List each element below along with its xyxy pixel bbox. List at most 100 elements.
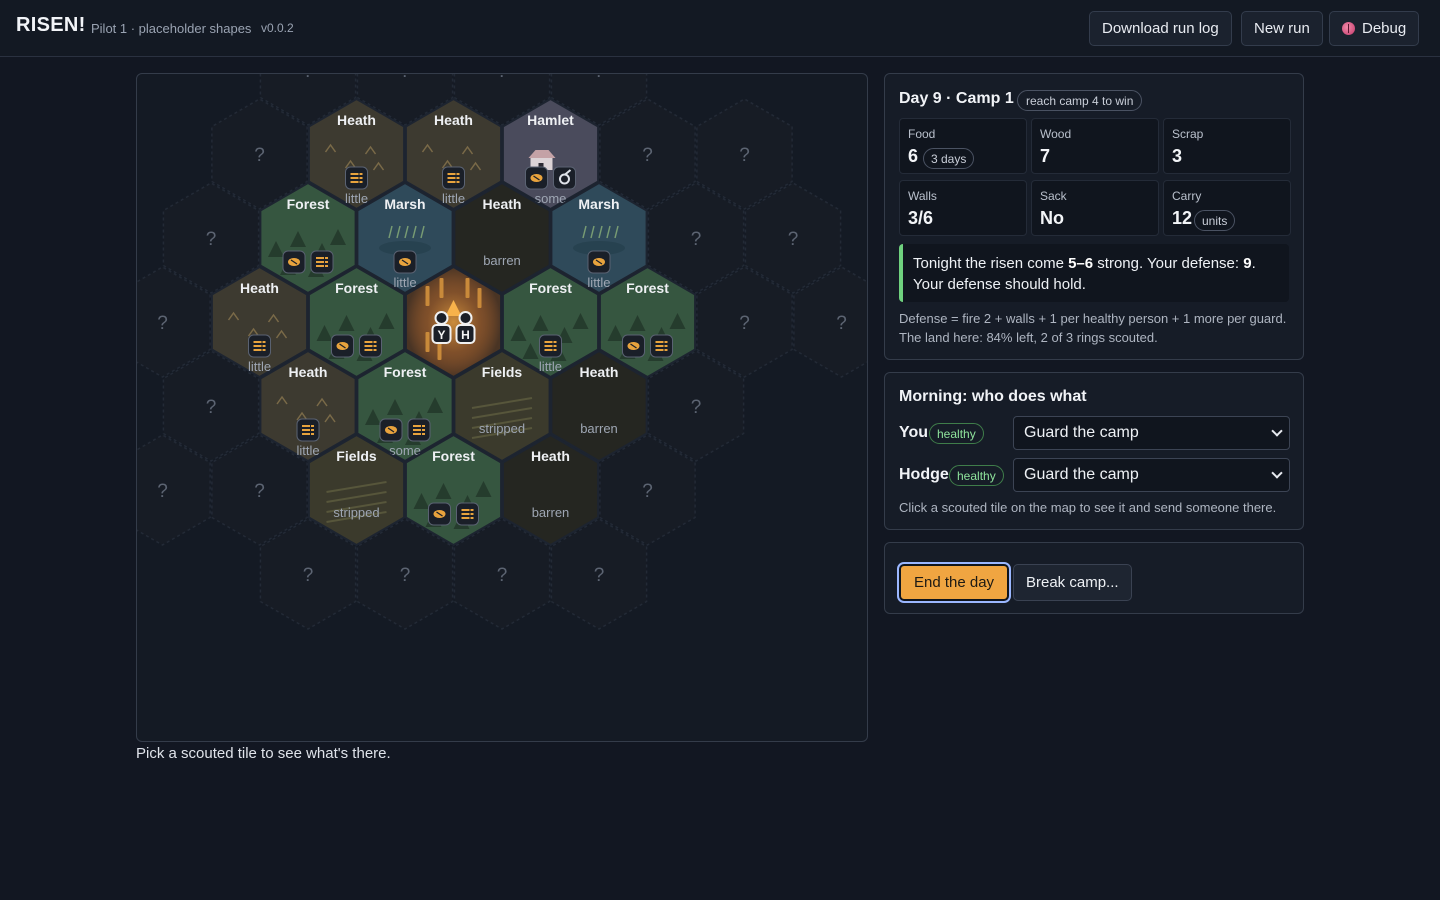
food-icon (621, 334, 645, 358)
tile-yield: barren (483, 253, 521, 268)
hex-map-panel: ?????????????????????? Heath little Heath li… (136, 73, 868, 742)
bug-icon (1342, 22, 1355, 35)
unknown-tile-label: ? (254, 481, 265, 502)
morning-hint: Click a scouted tile on the map to see i… (899, 500, 1277, 515)
unknown-tile-label: ? (157, 481, 168, 502)
chevron-down-icon (1271, 467, 1283, 479)
tile-yield: little (345, 191, 368, 206)
unknown-tile-label: ? (497, 74, 508, 82)
app-version: v0.0.2 (261, 21, 294, 35)
actions-panel: End the day Break camp... (884, 542, 1304, 614)
food-icon (379, 418, 403, 442)
wood-stat: Wood 7 (1031, 118, 1159, 174)
task-select-you-value: Guard the camp (1024, 424, 1139, 441)
scrap-icon (359, 334, 383, 358)
end-day-button[interactable]: End the day (896, 562, 1012, 603)
unknown-tile-label: ? (739, 145, 750, 166)
tile-yield: little (442, 191, 465, 206)
scrap-stat: Scrap 3 (1163, 118, 1291, 174)
task-select-you[interactable]: Guard the camp (1013, 416, 1290, 450)
scrap-icon (649, 334, 673, 358)
unknown-tile-label: ? (642, 145, 653, 166)
tile-name: Heath (434, 112, 473, 128)
task-select-hodge-value: Guard the camp (1024, 466, 1139, 483)
tile-yield: stripped (479, 421, 525, 436)
unknown-tile-label: ? (254, 145, 265, 166)
tile-name: Heath (531, 448, 570, 464)
tile-yield: barren (532, 505, 570, 520)
map-hint: Pick a scouted tile to see what's there. (136, 745, 391, 762)
unknown-tile-label: ? (497, 565, 508, 586)
food-stat: Food 6 3 days (899, 118, 1027, 174)
tile-name: Fields (482, 364, 523, 380)
scrap-icon (345, 166, 369, 190)
wood-label: Wood (1040, 127, 1072, 141)
unknown-tile-label: ? (691, 229, 702, 250)
chevron-down-icon (1271, 425, 1283, 437)
tile-yield: little (539, 359, 562, 374)
person-name-hodge: Hodge (899, 466, 949, 483)
new-run-button[interactable]: New run (1241, 11, 1323, 46)
tile-name: Heath (483, 196, 522, 212)
debug-label: Debug (1362, 20, 1407, 37)
food-icon (282, 250, 306, 274)
tile-yield: barren (580, 421, 618, 436)
walls-label: Walls (908, 189, 937, 203)
unknown-tile-label: ? (157, 313, 168, 334)
food-icon (587, 250, 611, 274)
download-run-log-button[interactable]: Download run log (1089, 11, 1232, 46)
scrap-icon (456, 502, 480, 526)
walls-value: 3/6 (908, 208, 934, 228)
tile-yield: little (248, 359, 271, 374)
food-icon (524, 166, 548, 190)
forecast-line-1: Tonight the risen come 5–6 strong. Your … (913, 255, 1256, 272)
forecast-line-2: Your defense should hold. (913, 276, 1086, 293)
break-camp-button[interactable]: Break camp... (1013, 564, 1132, 601)
tile-name: Marsh (384, 196, 425, 212)
debug-button[interactable]: Debug (1329, 11, 1420, 46)
tile-name: Hamlet (527, 112, 574, 128)
task-select-hodge[interactable]: Guard the camp (1013, 458, 1290, 492)
land-note: The land here: 84% left, 2 of 3 rings sc… (899, 330, 1158, 345)
tile-name: Heath (289, 364, 328, 380)
tile-name: Forest (335, 280, 378, 296)
camp-person-token[interactable]: Y (431, 311, 452, 344)
food-icon (393, 250, 417, 274)
wall-stake (465, 278, 470, 298)
morning-title: Morning: who does what (899, 388, 1087, 405)
tile-name: Forest (529, 280, 572, 296)
status-panel: Day 9 · Camp 1 reach camp 4 to win Food … (884, 73, 1304, 360)
app-title: RISEN! (16, 14, 86, 36)
scrap-icon (442, 166, 466, 190)
scrap-icon (407, 418, 431, 442)
health-badge-hodge: healthy (949, 465, 1004, 486)
scrap-icon (296, 418, 320, 442)
unknown-tile-label: ? (691, 397, 702, 418)
morning-panel: Morning: who does what You healthy Guard… (884, 372, 1304, 530)
scrap-label: Scrap (1172, 127, 1204, 141)
camp-person-initial: Y (437, 328, 445, 342)
food-label: Food (908, 127, 936, 141)
food-icon (331, 334, 355, 358)
tile-name: Forest (384, 364, 427, 380)
tile-name: Heath (240, 280, 279, 296)
camp-person-token[interactable]: H (455, 311, 476, 344)
food-icon (428, 502, 452, 526)
risen-count: 5–6 (1068, 255, 1094, 272)
tile-yield: little (296, 443, 319, 458)
unknown-tile-label: ? (594, 74, 605, 82)
tile-name: Forest (626, 280, 669, 296)
tile-name: Fields (336, 448, 377, 464)
defense-value: 9 (1243, 255, 1252, 272)
tile-name: Heath (337, 112, 376, 128)
new-run-label: New run (1254, 20, 1310, 37)
camp-person-initial: H (461, 328, 470, 342)
unknown-tile-label: ? (836, 313, 847, 334)
unknown-tile-label: ? (206, 229, 217, 250)
scrap-value: 3 (1172, 146, 1183, 166)
night-forecast: Tonight the risen come 5–6 strong. Your … (899, 244, 1289, 302)
unknown-tile-label: ? (400, 565, 411, 586)
unknown-tile-label: ? (303, 565, 314, 586)
hex-map[interactable]: ?????????????????????? Heath little Heath li… (137, 74, 868, 742)
carry-stat: Carry 12 units (1163, 180, 1291, 236)
